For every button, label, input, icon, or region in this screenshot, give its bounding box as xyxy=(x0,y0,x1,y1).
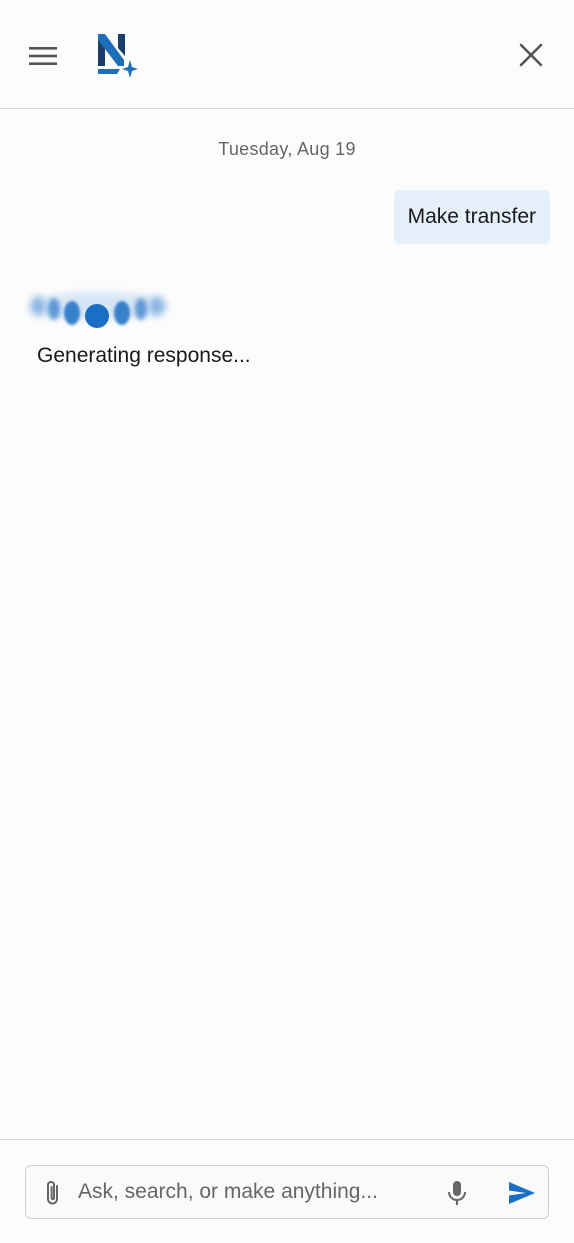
header-bar xyxy=(0,0,574,109)
microphone-button[interactable] xyxy=(442,1177,472,1209)
date-separator: Tuesday, Aug 19 xyxy=(218,139,356,159)
close-button[interactable] xyxy=(512,36,550,74)
microphone-icon xyxy=(448,1181,466,1205)
close-icon xyxy=(519,43,543,67)
brand-logo-icon xyxy=(94,30,140,80)
chat-screen: Tuesday, Aug 19 Make transfer Generating… xyxy=(0,0,574,1243)
user-message-text: Make transfer xyxy=(407,205,536,228)
loading-dots-icon xyxy=(24,276,174,336)
composer-bar xyxy=(0,1139,574,1243)
paperclip-icon xyxy=(47,1181,58,1205)
menu-button[interactable] xyxy=(24,38,62,74)
hamburger-menu-icon xyxy=(29,47,57,65)
send-button[interactable] xyxy=(504,1176,540,1210)
message-input[interactable] xyxy=(78,1174,418,1210)
user-message-bubble: Make transfer xyxy=(393,190,550,244)
generating-status-text: Generating response... xyxy=(37,344,251,367)
composer-box xyxy=(25,1165,549,1219)
attach-button[interactable] xyxy=(38,1177,68,1209)
send-icon xyxy=(509,1182,535,1204)
